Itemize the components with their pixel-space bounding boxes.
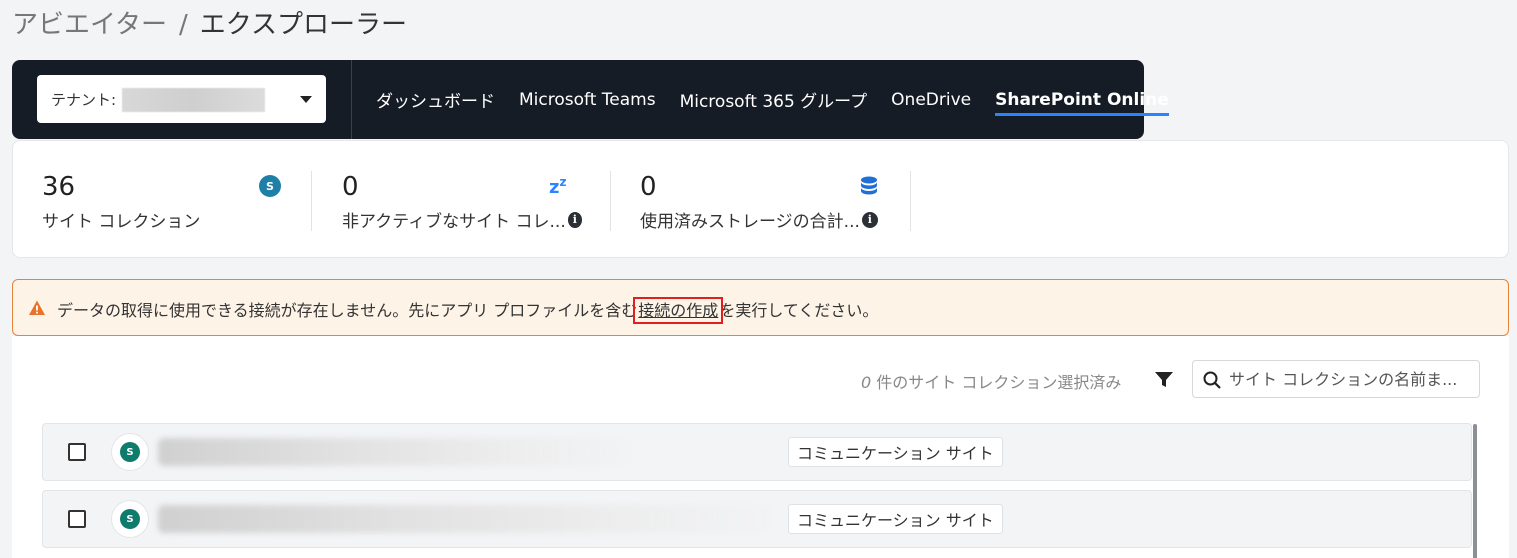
chevron-down-icon[interactable] — [300, 96, 312, 103]
stat-storage-used: 0 使用済みストレージの合計... i — [640, 171, 880, 232]
stats-panel: 36 サイト コレクション S 0 非アクティブなサイト コレ... i zz 0… — [12, 140, 1509, 258]
stat-value: 36 — [42, 172, 76, 202]
table-row[interactable]: S コミュニケーション サイト — [42, 490, 1472, 548]
info-icon[interactable]: i — [861, 211, 878, 228]
breadcrumb-parent[interactable]: アビエイター — [12, 10, 167, 40]
tab-microsoft-teams[interactable]: Microsoft Teams — [519, 60, 656, 139]
stat-site-collections: 36 サイト コレクション — [42, 171, 282, 232]
alert-text-after: を実行してください。 — [719, 301, 879, 320]
stat-label: 非アクティブなサイト コレ... — [342, 212, 566, 232]
tenant-value-redacted — [122, 88, 265, 112]
warning-icon — [29, 300, 45, 315]
create-connection-link[interactable]: 接続の作成 — [633, 297, 724, 324]
warning-alert: データの取得に使用できる接続が存在しません。先にアプリ プロファイルを含む接続の… — [12, 279, 1509, 336]
selected-count-number: 0 — [861, 373, 872, 392]
sharepoint-site-icon: S — [111, 500, 149, 538]
sharepoint-site-icon: S — [111, 433, 149, 471]
tab-sharepoint-online[interactable]: SharePoint Online — [995, 60, 1169, 139]
stat-inactive-sites: 0 非アクティブなサイト コレ... i — [342, 171, 582, 232]
site-name-redacted[interactable] — [158, 438, 638, 466]
tab-microsoft-365-groups[interactable]: Microsoft 365 グループ — [680, 60, 868, 139]
product-tabs: ダッシュボード Microsoft Teams Microsoft 365 グル… — [376, 60, 1193, 139]
stat-label: サイト コレクション — [42, 212, 201, 232]
search-box[interactable] — [1192, 360, 1480, 398]
table-row[interactable]: S コミュニケーション サイト — [42, 423, 1472, 481]
stat-value: 0 — [342, 172, 359, 202]
stat-label: 使用済みストレージの合計... — [640, 212, 860, 232]
alert-message: データの取得に使用できる接続が存在しません。先にアプリ プロファイルを含む接続の… — [57, 297, 879, 324]
site-collection-list-panel: 0 件のサイト コレクション選択済み S コミュニケーション サイト S コミュ… — [12, 336, 1509, 558]
row-checkbox[interactable] — [68, 510, 86, 528]
tab-dashboard[interactable]: ダッシュボード — [376, 60, 495, 139]
row-checkbox[interactable] — [68, 443, 86, 461]
selected-count-label: 件のサイト コレクション選択済み — [876, 373, 1122, 392]
tenant-label: テナント: — [51, 91, 117, 109]
database-icon — [860, 176, 878, 200]
tab-onedrive[interactable]: OneDrive — [891, 60, 971, 139]
divider — [610, 171, 611, 231]
info-icon[interactable]: i — [567, 211, 582, 228]
site-name-redacted[interactable] — [158, 505, 778, 533]
divider — [351, 60, 352, 139]
divider — [910, 171, 911, 231]
search-input[interactable] — [1229, 361, 1474, 397]
sleep-icon: zz — [549, 175, 567, 198]
breadcrumb: アビエイター / エクスプローラー — [12, 4, 407, 41]
sharepoint-icon: S — [259, 175, 281, 197]
top-nav-bar: テナント: ダッシュボード Microsoft Teams Microsoft … — [12, 60, 1169, 139]
selected-count: 0 件のサイト コレクション選択済み — [861, 369, 1121, 393]
tenant-selector[interactable]: テナント: — [37, 75, 326, 123]
page-title: エクスプローラー — [199, 10, 407, 40]
breadcrumb-separator: / — [178, 10, 188, 40]
filter-icon[interactable] — [1155, 372, 1173, 388]
stat-value: 0 — [640, 172, 657, 202]
site-type-badge: コミュニケーション サイト — [788, 504, 1003, 534]
alert-text-before: データの取得に使用できる接続が存在しません。先にアプリ プロファイルを含む — [57, 301, 638, 320]
search-icon — [1203, 371, 1221, 389]
divider — [311, 171, 312, 231]
site-type-badge: コミュニケーション サイト — [788, 437, 1003, 467]
scrollbar[interactable] — [1473, 424, 1477, 558]
